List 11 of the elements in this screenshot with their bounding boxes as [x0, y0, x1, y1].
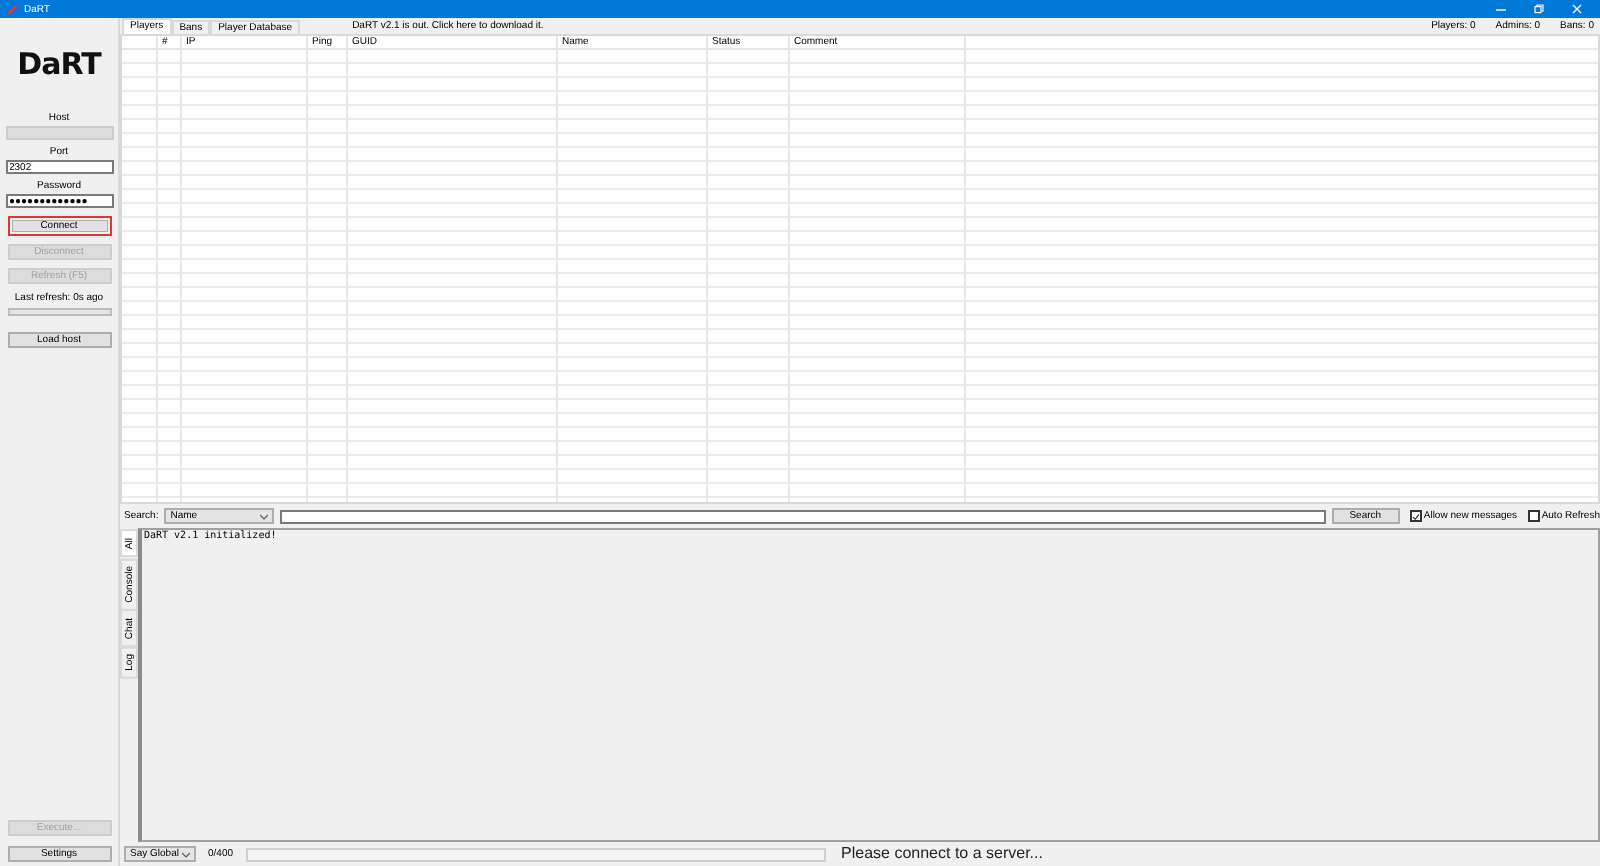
minimize-icon[interactable] — [1496, 4, 1506, 14]
search-input[interactable] — [280, 509, 1326, 523]
checkbox[interactable] — [1527, 510, 1540, 522]
message-input[interactable] — [245, 847, 826, 861]
logo: DaRT — [17, 46, 101, 82]
checkbox[interactable] — [1409, 510, 1422, 522]
restore-icon[interactable] — [1534, 4, 1544, 14]
close-icon[interactable] — [1572, 4, 1582, 14]
caret-icon — [260, 513, 269, 519]
status-text: Please connect to a server... — [841, 844, 1043, 864]
caret-icon — [182, 851, 190, 857]
